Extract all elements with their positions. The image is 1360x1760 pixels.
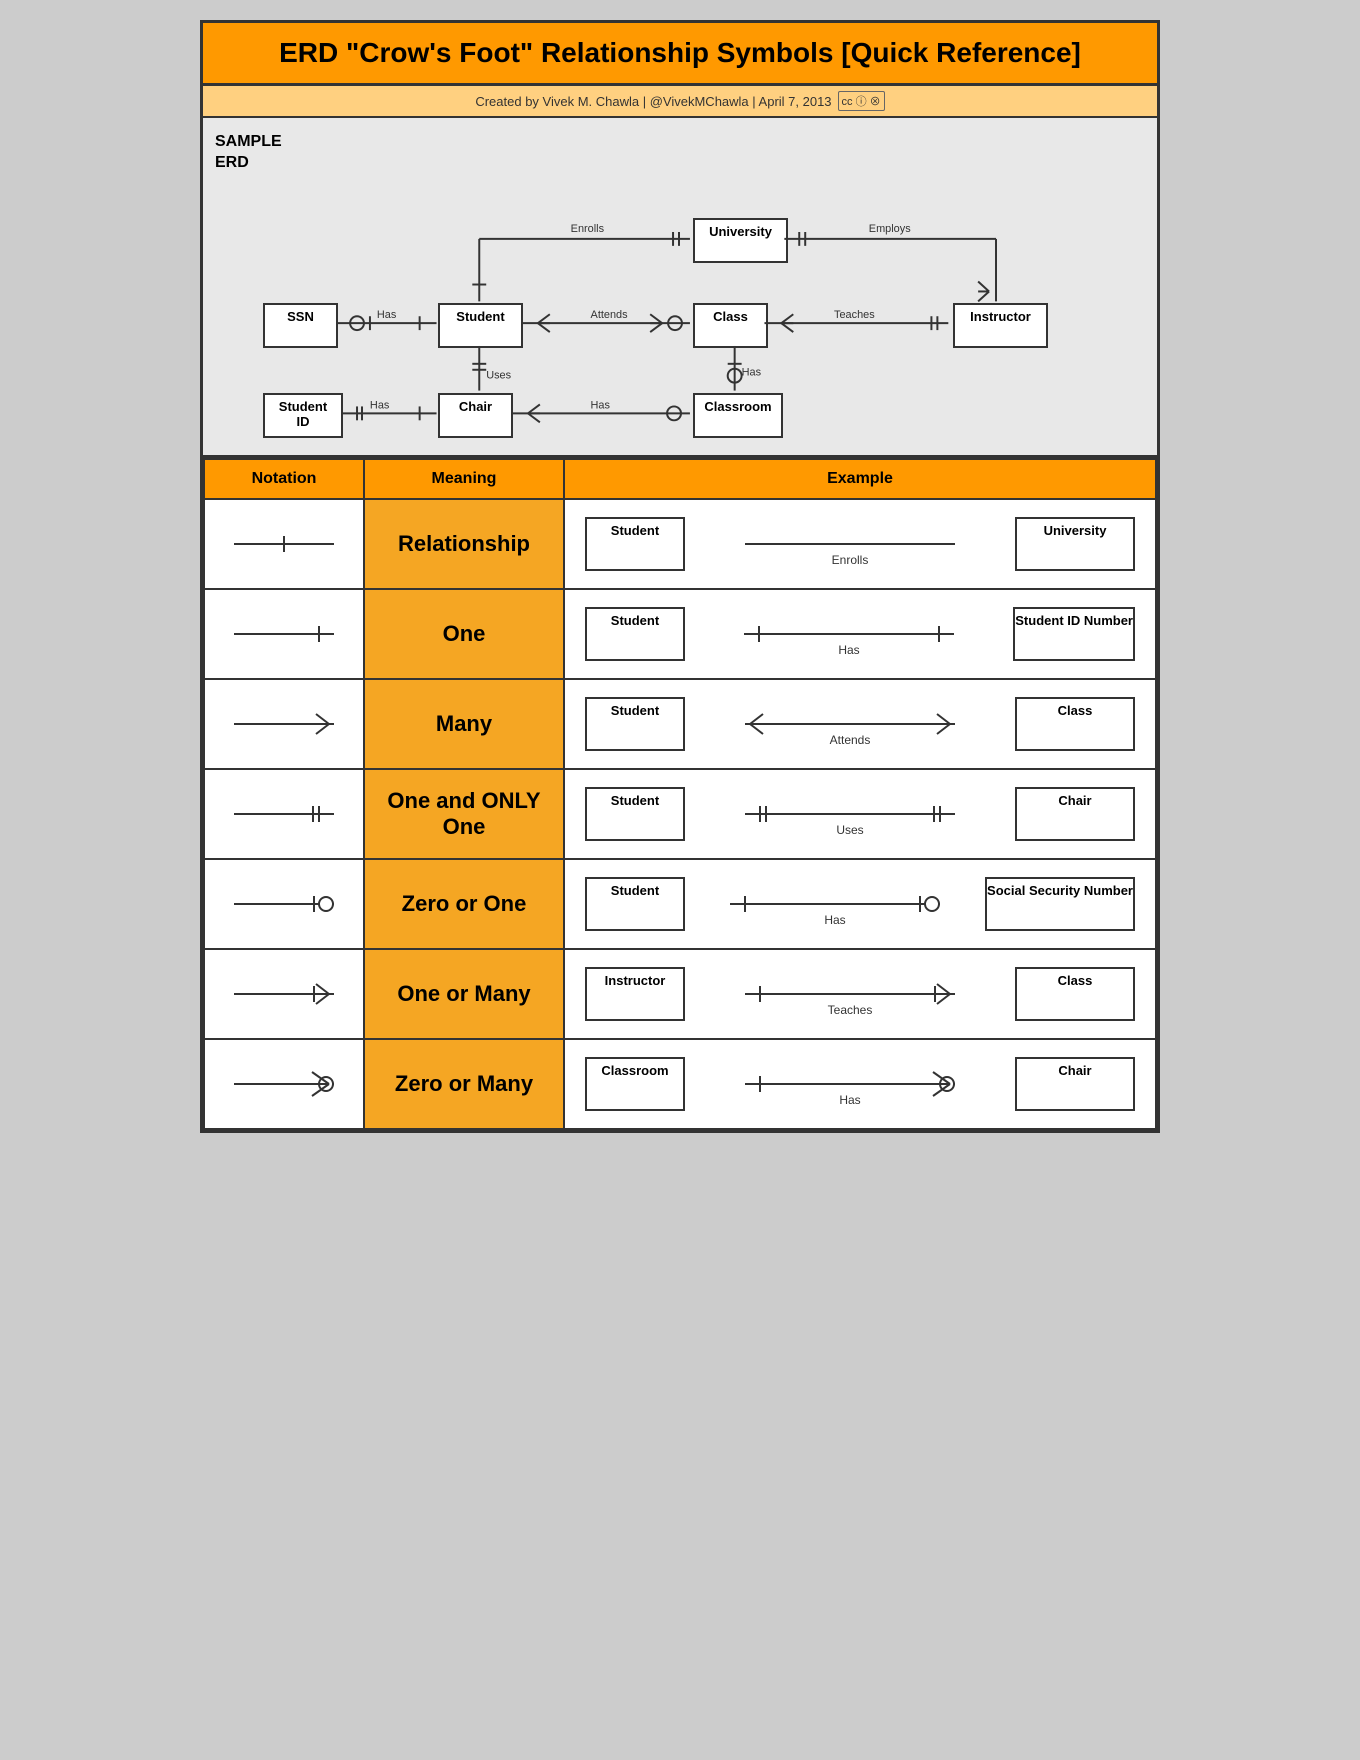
subtitle-bar: Created by Vivek M. Chawla | @VivekMChaw…: [203, 86, 1157, 118]
example-left-entity: Classroom: [585, 1057, 685, 1111]
example-area: Student Has Social Security Number: [585, 874, 1135, 934]
entity-class: Class: [693, 303, 768, 348]
example-left-entity: Student: [585, 787, 685, 841]
license-icons: cc ⓘ ⊗: [838, 91, 885, 111]
meaning-cell: One and ONLY One: [364, 769, 564, 859]
notation-cell: [204, 589, 364, 679]
meaning-cell: One: [364, 589, 564, 679]
example-connector: Enrolls: [685, 514, 1015, 574]
meaning-cell: Many: [364, 679, 564, 769]
entity-ssn: SSN: [263, 303, 338, 348]
table-row: One Student Has Student ID Number: [204, 589, 1156, 679]
svg-text:Has: Has: [838, 643, 859, 657]
example-right-entity: Chair: [1015, 1057, 1135, 1111]
svg-text:Has: Has: [824, 913, 845, 927]
example-area: Classroom Has Chair: [585, 1054, 1135, 1114]
example-right-entity: Social Security Number: [985, 877, 1135, 931]
entity-instructor: Instructor: [953, 303, 1048, 348]
example-left-entity: Student: [585, 697, 685, 751]
example-connector: Uses: [685, 784, 1015, 844]
svg-text:Teaches: Teaches: [828, 1003, 873, 1017]
entity-university: University: [693, 218, 788, 263]
notation-cell: [204, 679, 364, 769]
example-connector: Has: [685, 1054, 1015, 1114]
example-right-entity: Class: [1015, 697, 1135, 751]
table-row: Zero or One Student Has Social Security Num…: [204, 859, 1156, 949]
example-left-entity: Student: [585, 607, 685, 661]
page-title: ERD "Crow's Foot" Relationship Symbols […: [221, 37, 1139, 69]
svg-text:Teaches: Teaches: [834, 309, 875, 321]
page: ERD "Crow's Foot" Relationship Symbols […: [200, 20, 1160, 1133]
svg-text:Attends: Attends: [830, 733, 871, 747]
notation-cell: [204, 1039, 364, 1129]
subtitle-text: Created by Vivek M. Chawla | @VivekMChaw…: [475, 94, 831, 109]
svg-text:Uses: Uses: [486, 370, 511, 382]
example-left-entity: Student: [585, 877, 685, 931]
svg-text:Has: Has: [370, 399, 390, 411]
svg-text:Has: Has: [377, 309, 397, 321]
notation-cell: [204, 859, 364, 949]
erd-area: SAMPLEERD SSN Student ID Student Chair U…: [203, 118, 1157, 458]
example-cell: Instructor Teaches Class: [564, 949, 1156, 1039]
example-cell: Student Uses Chair: [564, 769, 1156, 859]
example-right-entity: Student ID Number: [1013, 607, 1135, 661]
notation-cell: [204, 949, 364, 1039]
svg-text:Has: Has: [591, 399, 611, 411]
example-cell: Student Attends Class: [564, 679, 1156, 769]
table-header-row: Notation Meaning Example: [204, 459, 1156, 499]
svg-text:Enrolls: Enrolls: [571, 223, 605, 235]
meaning-cell: One or Many: [364, 949, 564, 1039]
example-area: Student Enrolls University: [585, 514, 1135, 574]
example-area: Instructor Teaches Class: [585, 964, 1135, 1024]
header-example: Example: [564, 459, 1156, 499]
entity-classroom: Classroom: [693, 393, 783, 438]
reference-table: Notation Meaning Example Relationship Stu…: [203, 458, 1157, 1130]
erd-connectors: Has Has Attends: [203, 118, 1157, 455]
example-area: Student Attends Class: [585, 694, 1135, 754]
svg-text:Employs: Employs: [869, 223, 911, 235]
table-row: One and ONLY One Student Uses Chair: [204, 769, 1156, 859]
header-meaning: Meaning: [364, 459, 564, 499]
meaning-cell: Zero or One: [364, 859, 564, 949]
example-right-entity: Class: [1015, 967, 1135, 1021]
title-bar: ERD "Crow's Foot" Relationship Symbols […: [203, 23, 1157, 86]
table-row: One or Many Instructor Teaches Class: [204, 949, 1156, 1039]
example-cell: Student Has Social Security Number: [564, 859, 1156, 949]
header-notation: Notation: [204, 459, 364, 499]
svg-text:Has: Has: [742, 367, 762, 379]
notation-cell: [204, 769, 364, 859]
erd-label: SAMPLEERD: [215, 132, 282, 174]
svg-text:Attends: Attends: [591, 309, 629, 321]
meaning-cell: Zero or Many: [364, 1039, 564, 1129]
example-connector: Has: [685, 874, 985, 934]
example-area: Student Has Student ID Number: [585, 604, 1135, 664]
example-cell: Classroom Has Chair: [564, 1039, 1156, 1129]
example-cell: Student Has Student ID Number: [564, 589, 1156, 679]
notation-cell: [204, 499, 364, 589]
example-right-entity: Chair: [1015, 787, 1135, 841]
svg-text:Enrolls: Enrolls: [832, 553, 869, 567]
table-row: Relationship Student Enrolls University: [204, 499, 1156, 589]
example-connector: Teaches: [685, 964, 1015, 1024]
entity-student: Student: [438, 303, 523, 348]
entity-chair: Chair: [438, 393, 513, 438]
example-left-entity: Student: [585, 517, 685, 571]
example-cell: Student Enrolls University: [564, 499, 1156, 589]
table-row: Zero or Many Classroom Has Chair: [204, 1039, 1156, 1129]
entity-studentid: Student ID: [263, 393, 343, 438]
meaning-cell: Relationship: [364, 499, 564, 589]
svg-text:Uses: Uses: [836, 823, 863, 837]
table-row: Many Student Attends Class: [204, 679, 1156, 769]
example-right-entity: University: [1015, 517, 1135, 571]
example-connector: Has: [685, 604, 1013, 664]
example-left-entity: Instructor: [585, 967, 685, 1021]
example-area: Student Uses Chair: [585, 784, 1135, 844]
svg-text:Has: Has: [839, 1093, 860, 1107]
example-connector: Attends: [685, 694, 1015, 754]
